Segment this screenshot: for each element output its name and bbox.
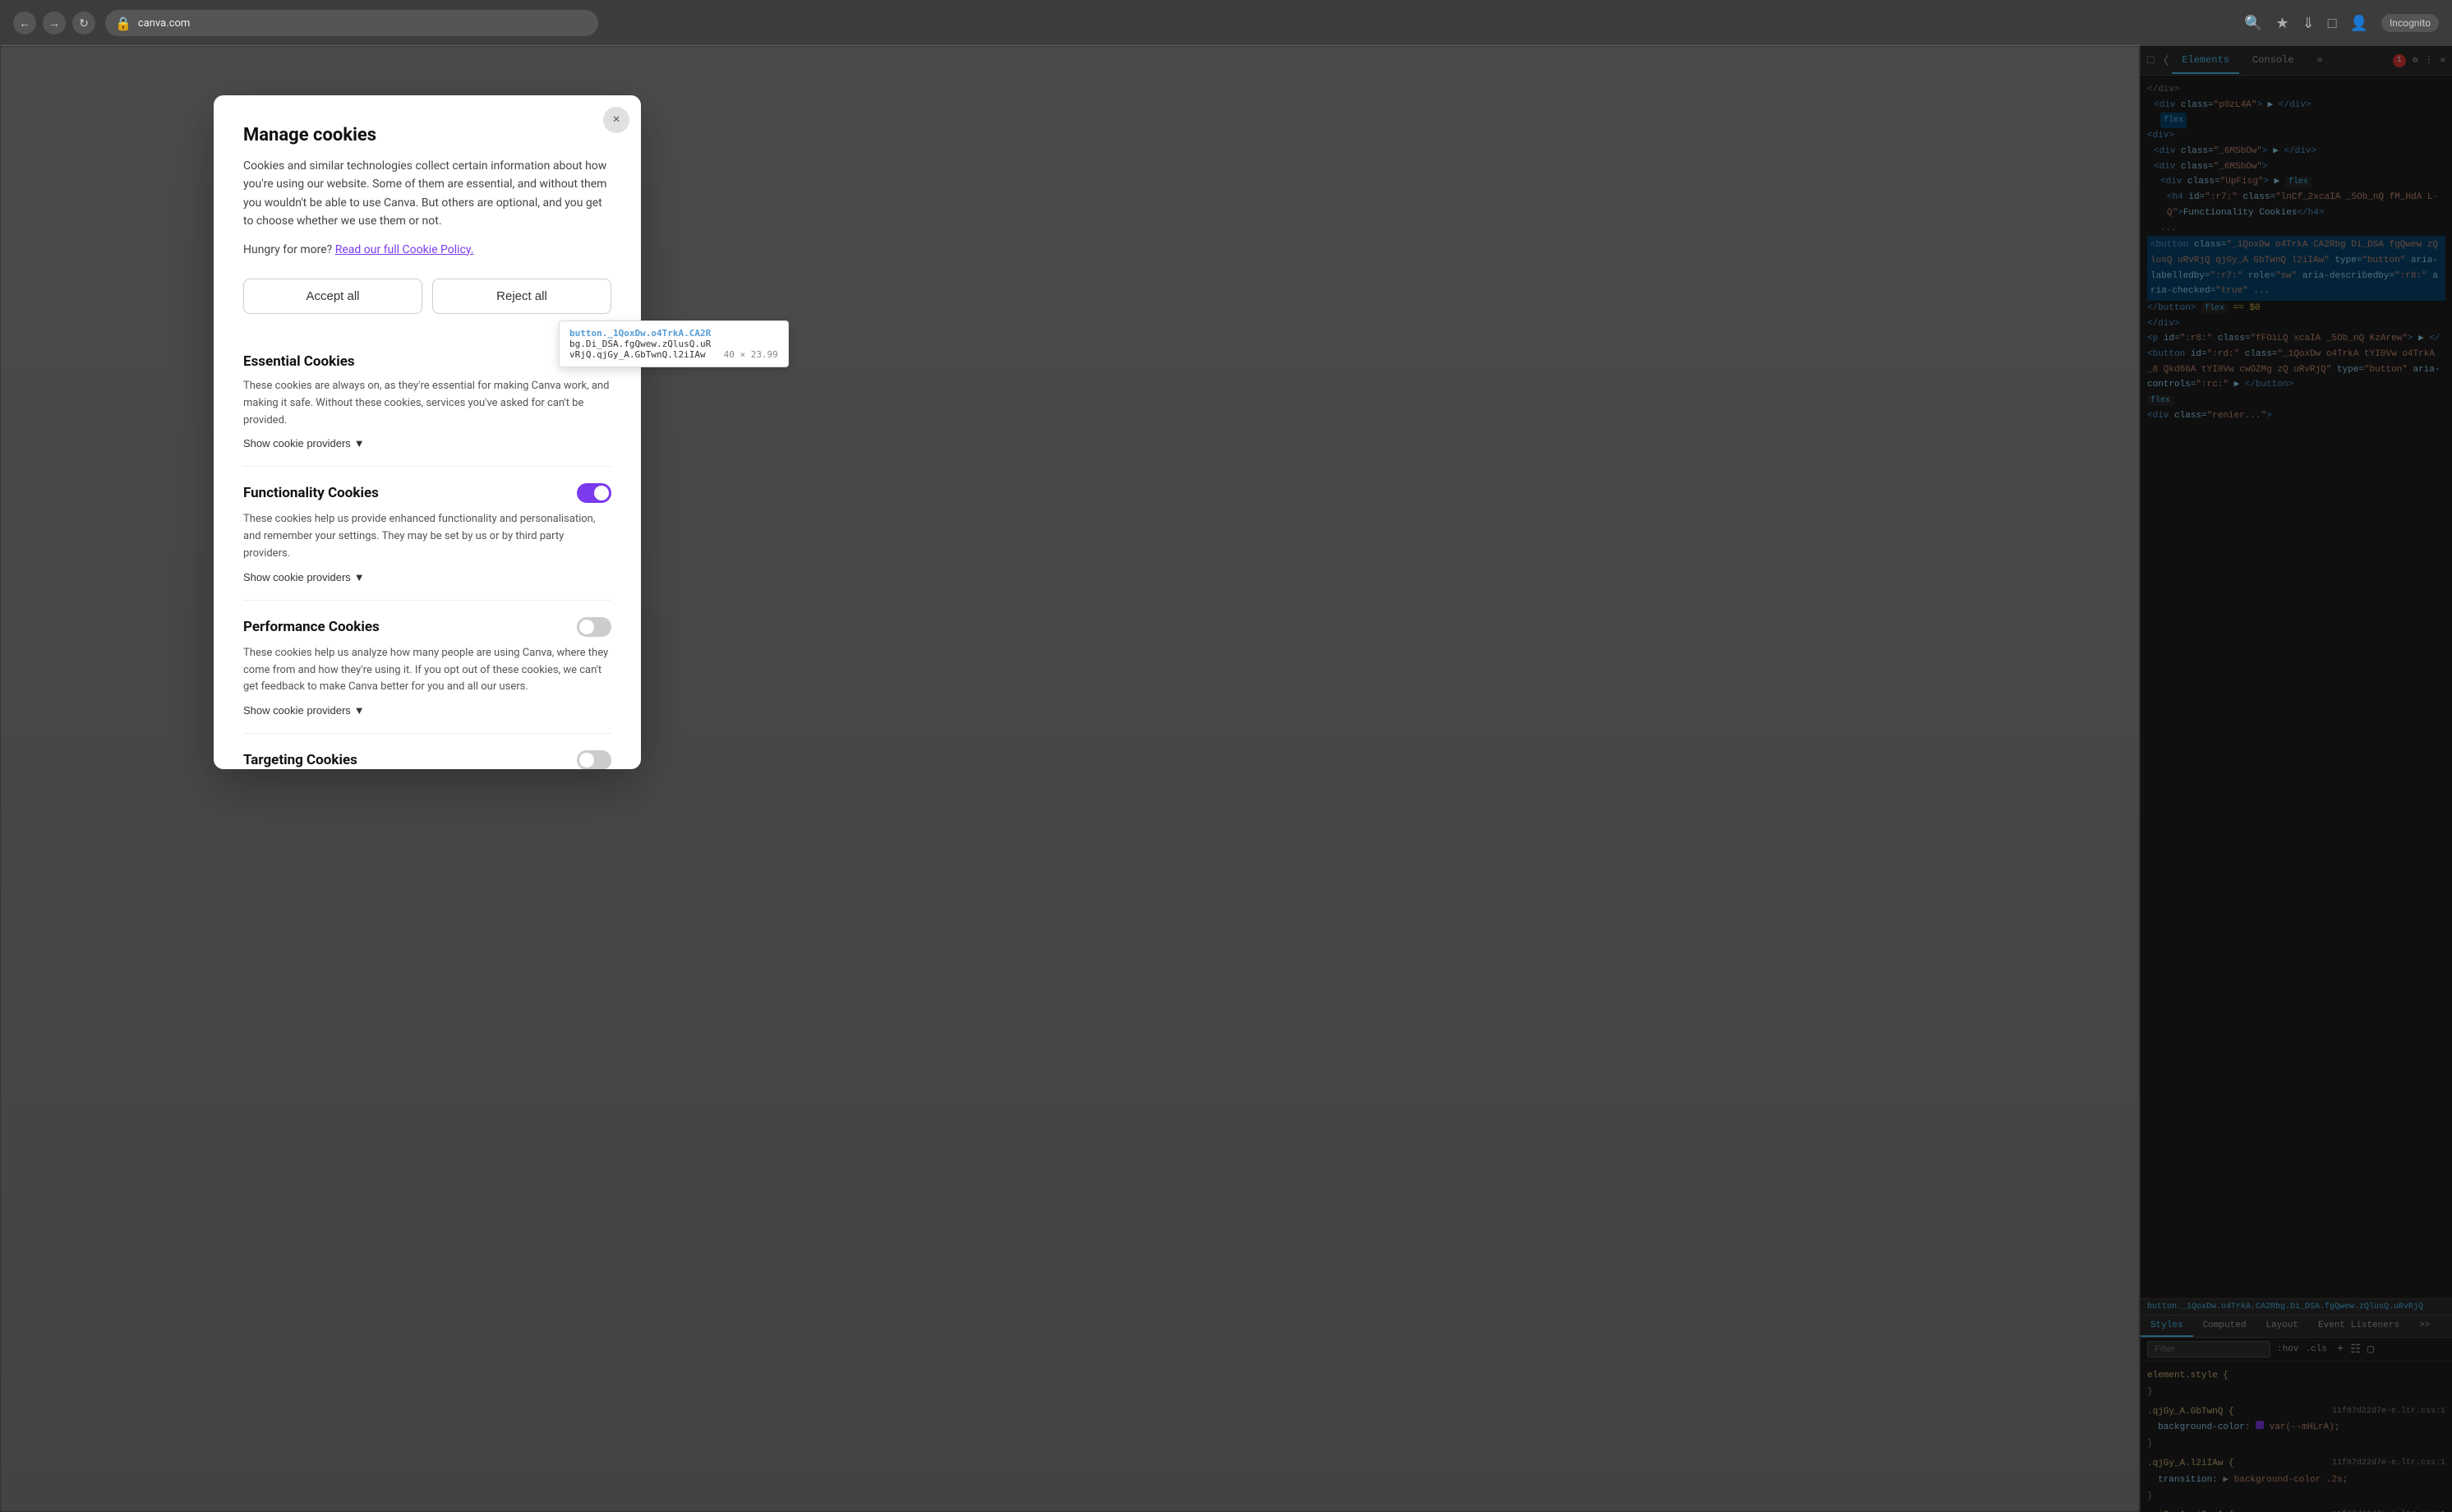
performance-cookies-section: Performance Cookies These cookies help u… [243, 601, 611, 734]
chevron-down-icon: ▼ [354, 571, 365, 583]
close-icon: × [612, 113, 620, 127]
performance-section-header: Performance Cookies [243, 617, 611, 637]
browser-actions: 🔍 ★ ⇓ □ 👤 Incognito [2244, 14, 2439, 32]
modal-overlay[interactable]: × Manage cookies Cookies and similar tec… [0, 46, 2452, 1512]
modal-close-button[interactable]: × [603, 107, 629, 133]
functionality-show-providers-button[interactable]: Show cookie providers ▼ [243, 571, 365, 583]
accept-all-button[interactable]: Accept all [243, 279, 422, 314]
functionality-section-desc: These cookies help us provide enhanced f… [243, 511, 611, 562]
functionality-section-title: Functionality Cookies [243, 485, 379, 501]
lock-icon: 🔒 [115, 16, 131, 31]
back-button[interactable]: ← [13, 12, 36, 35]
chevron-down-icon: ▼ [354, 437, 365, 449]
targeting-section-title: Targeting Cookies [243, 752, 357, 768]
targeting-section-header: Targeting Cookies [243, 750, 611, 769]
performance-section-title: Performance Cookies [243, 619, 380, 635]
targeting-toggle[interactable] [577, 750, 611, 769]
performance-show-providers-button[interactable]: Show cookie providers ▼ [243, 704, 365, 717]
download-icon[interactable]: ⇓ [2302, 15, 2315, 32]
search-icon[interactable]: 🔍 [2244, 15, 2262, 32]
browser-chrome: ← → ↻ 🔒 canva.com 🔍 ★ ⇓ □ 👤 Incognito [0, 0, 2452, 46]
element-tooltip: button._1QoxDw.o4TrkA.CA2R bg.Di_DSA.fgQ… [559, 320, 789, 367]
cookie-policy-link[interactable]: Read our full Cookie Policy. [335, 243, 474, 256]
functionality-cookies-section: Functionality Cookies These cookies help… [243, 467, 611, 600]
essential-section-title: Essential Cookies [243, 353, 355, 370]
cookie-modal: × Manage cookies Cookies and similar tec… [214, 95, 641, 769]
performance-section-desc: These cookies help us analyze how many p… [243, 645, 611, 696]
window-icon[interactable]: □ [2328, 15, 2337, 32]
performance-toggle[interactable] [577, 617, 611, 637]
avatar-icon[interactable]: 👤 [2350, 15, 2368, 32]
functionality-section-header: Functionality Cookies [243, 483, 611, 503]
essential-show-providers-button[interactable]: Show cookie providers ▼ [243, 437, 365, 449]
targeting-toggle-slider [577, 750, 611, 769]
functionality-toggle-slider [577, 483, 611, 503]
cookie-policy-text: Hungry for more? Read our full Cookie Po… [243, 241, 611, 259]
forward-button[interactable]: → [43, 12, 66, 35]
essential-section-header: Essential Cookies [243, 353, 611, 370]
modal-title: Manage cookies [243, 125, 611, 145]
tooltip-class3: vRjQ.qjGy_A.GbTwnQ.l2iIAw [569, 349, 706, 360]
tooltip-element-name: button._1QoxDw.o4TrkA.CA2R [569, 328, 711, 339]
incognito-badge: Incognito [2381, 14, 2439, 32]
tooltip-class2: bg.Di_DSA.fgQwew.zQlusQ.uR [569, 339, 711, 349]
address-bar[interactable]: 🔒 canva.com [105, 10, 598, 36]
url-display: canva.com [138, 17, 190, 30]
star-icon[interactable]: ★ [2276, 15, 2289, 32]
reload-button[interactable]: ↻ [72, 12, 95, 35]
tooltip-size: 40 × 23.99 [724, 349, 778, 360]
modal-action-row: Accept all Reject all [243, 279, 611, 314]
essential-cookies-section: Essential Cookies These cookies are alwa… [243, 337, 611, 467]
browser-nav-buttons: ← → ↻ [13, 12, 95, 35]
targeting-cookies-section: Targeting Cookies These cookies are set … [243, 734, 611, 769]
performance-toggle-slider [577, 617, 611, 637]
essential-section-desc: These cookies are always on, as they're … [243, 378, 611, 429]
chevron-down-icon: ▼ [354, 704, 365, 717]
modal-description: Cookies and similar technologies collect… [243, 157, 611, 231]
functionality-toggle[interactable] [577, 483, 611, 503]
reject-all-button[interactable]: Reject all [432, 279, 611, 314]
